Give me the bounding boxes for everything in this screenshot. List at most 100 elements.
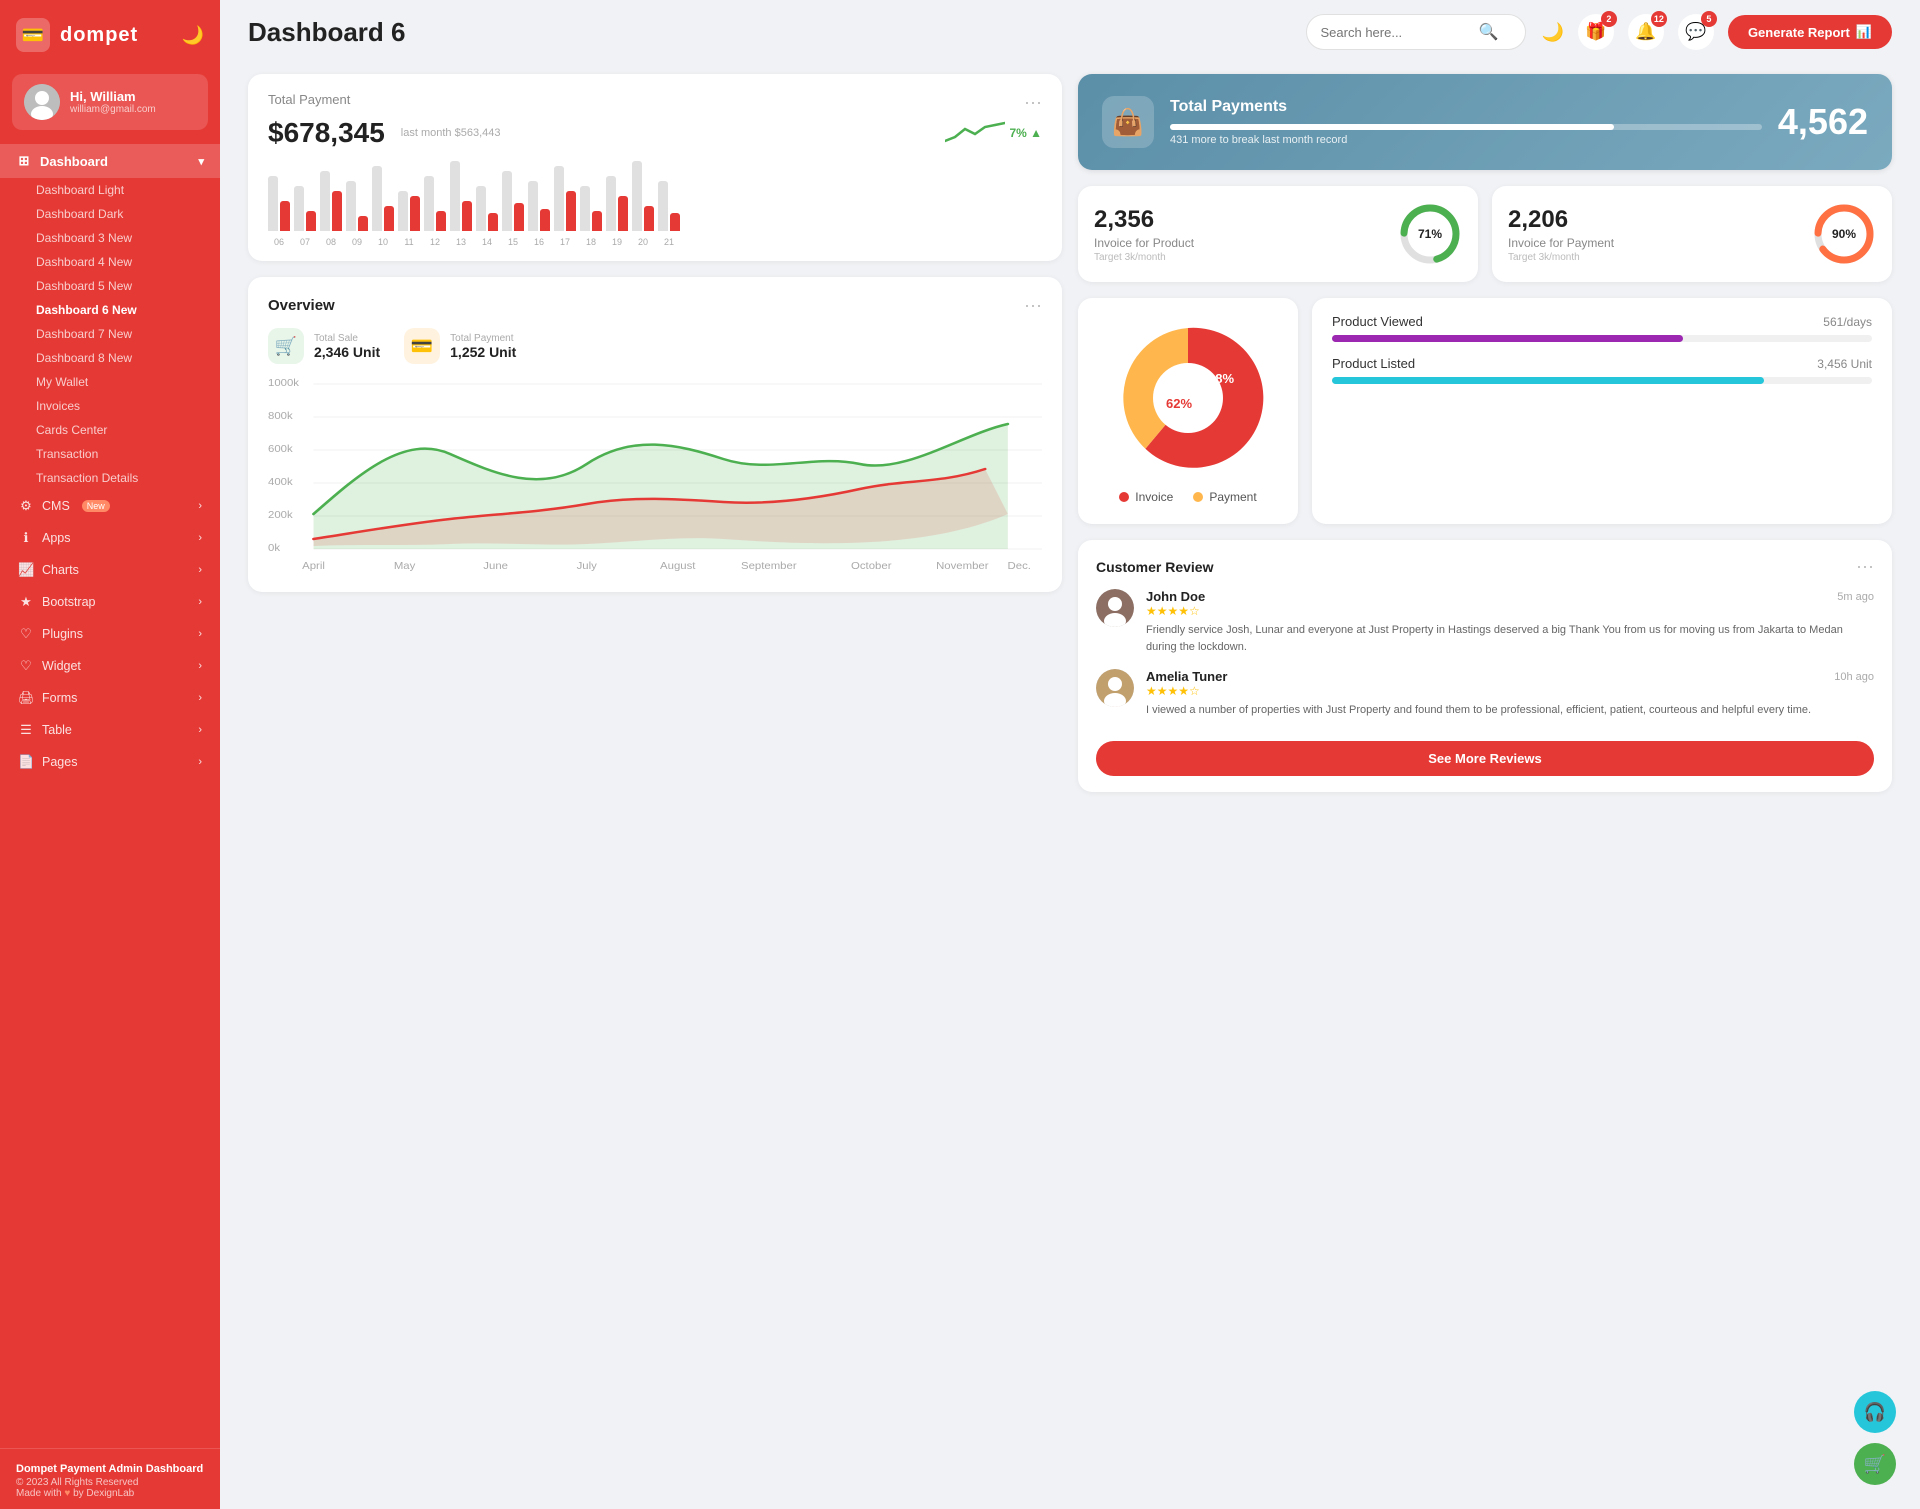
- review-stars-amelia: ★★★★☆: [1146, 684, 1874, 698]
- sidebar-item-table[interactable]: ☰ Table ›: [0, 714, 220, 746]
- topbar-icons: 🌙 🎁 2 🔔 12 💬 5 Generate Report 📊: [1542, 14, 1892, 50]
- payment-trend: 7% ▲: [1009, 126, 1042, 140]
- total-payment-title: Total Payment: [268, 92, 350, 107]
- total-payment-card: Total Payment ··· $678,345 last month $5…: [248, 74, 1062, 261]
- chat-button[interactable]: 💬 5: [1678, 14, 1714, 50]
- product-stats-card: Product Viewed 561/days Product Listed 3…: [1312, 298, 1892, 524]
- invoice-product-donut: 71%: [1398, 202, 1462, 266]
- pie-product-row: 62% 38% Invoice Payment: [1078, 298, 1892, 524]
- area-chart: 1000k 800k 600k 400k 200k 0k: [268, 374, 1042, 574]
- review-item: John Doe 5m ago ★★★★☆ Friendly service J…: [1096, 589, 1874, 655]
- review-more[interactable]: ···: [1856, 556, 1874, 577]
- overview-more[interactable]: ···: [1024, 295, 1042, 316]
- sidebar-item-bootstrap[interactable]: ★ Bootstrap ›: [0, 586, 220, 618]
- forms-icon: 🖨: [18, 690, 34, 706]
- sidebar-sub-dashboard-light[interactable]: Dashboard Light: [0, 178, 220, 202]
- sidebar-sub-dashboard-5[interactable]: Dashboard 5 New: [0, 274, 220, 298]
- sidebar-item-forms[interactable]: 🖨 Forms ›: [0, 682, 220, 714]
- pie-legend: Invoice Payment: [1119, 490, 1256, 504]
- sidebar-item-dashboard[interactable]: ⊞ Dashboard ▾: [0, 144, 220, 178]
- cart-fab[interactable]: 🛒: [1854, 1443, 1896, 1485]
- svg-text:38%: 38%: [1208, 371, 1234, 386]
- chevron-right-icon: ›: [198, 756, 202, 768]
- generate-report-button[interactable]: Generate Report 📊: [1728, 15, 1892, 49]
- total-payment-header: Total Payment ···: [268, 92, 1042, 113]
- total-sale-icon: 🛒: [268, 328, 304, 364]
- search-input[interactable]: [1321, 25, 1471, 40]
- sidebar-logo: 💳 dompet 🌙: [0, 0, 220, 70]
- sidebar-sub-dashboard-4[interactable]: Dashboard 4 New: [0, 250, 220, 274]
- invoice-legend: Invoice: [1119, 490, 1173, 504]
- cms-icon: ⚙: [18, 498, 34, 514]
- sidebar: 💳 dompet 🌙 Hi, William william@gmail.com…: [0, 0, 220, 1509]
- sidebar-sub-dashboard-7[interactable]: Dashboard 7 New: [0, 322, 220, 346]
- widget-icon: ♡: [18, 658, 34, 674]
- total-payment-amount: $678,345: [268, 117, 385, 149]
- notification-button[interactable]: 🔔 12: [1628, 14, 1664, 50]
- sidebar-sub-transaction[interactable]: Transaction: [0, 442, 220, 466]
- dark-mode-toggle[interactable]: 🌙: [1542, 22, 1564, 43]
- svg-text:October: October: [851, 561, 892, 572]
- svg-text:July: July: [577, 561, 598, 572]
- chart-icon: 📊: [1856, 24, 1872, 40]
- pages-icon: 📄: [18, 754, 34, 770]
- sidebar-sub-transaction-details[interactable]: Transaction Details: [0, 466, 220, 490]
- search-icon: 🔍: [1479, 22, 1499, 42]
- fab-container: 🎧 🛒: [1854, 1391, 1896, 1485]
- bootstrap-icon: ★: [18, 594, 34, 610]
- svg-text:200k: 200k: [268, 510, 293, 521]
- sidebar-sub-dashboard-6[interactable]: Dashboard 6 New: [0, 298, 220, 322]
- svg-text:62%: 62%: [1166, 396, 1192, 411]
- main-container: Dashboard 6 🔍 🌙 🎁 2 🔔 12 💬 5 Generate Re…: [220, 0, 1920, 1509]
- overview-card: Overview ··· 🛒 Total Sale 2,346 Unit 💳: [248, 277, 1062, 592]
- total-payment-last-month: last month $563,443: [401, 127, 501, 139]
- gift-button[interactable]: 🎁 2: [1578, 14, 1614, 50]
- review-stars-john: ★★★★☆: [1146, 604, 1874, 618]
- page-title: Dashboard 6: [248, 17, 1290, 48]
- reviewer-info-john: John Doe 5m ago ★★★★☆ Friendly service J…: [1146, 589, 1874, 655]
- search-box[interactable]: 🔍: [1306, 14, 1526, 50]
- sidebar-item-charts[interactable]: 📈 Charts ›: [0, 554, 220, 586]
- overview-stats: 🛒 Total Sale 2,346 Unit 💳 Total Payment …: [268, 328, 1042, 364]
- customer-review-card: Customer Review ··· John Doe 5m ago ★★★★…: [1078, 540, 1892, 792]
- chevron-right-icon: ›: [198, 532, 202, 544]
- sidebar-item-apps[interactable]: ℹ Apps ›: [0, 522, 220, 554]
- sidebar-item-widget[interactable]: ♡ Widget ›: [0, 650, 220, 682]
- sidebar-item-plugins[interactable]: ♡ Plugins ›: [0, 618, 220, 650]
- total-sale-stat: 🛒 Total Sale 2,346 Unit: [268, 328, 380, 364]
- total-payment-more[interactable]: ···: [1024, 92, 1042, 113]
- svg-text:August: August: [660, 561, 695, 572]
- sidebar-sub-dashboard-3[interactable]: Dashboard 3 New: [0, 226, 220, 250]
- sidebar-sub-cards-center[interactable]: Cards Center: [0, 418, 220, 442]
- left-column: Total Payment ··· $678,345 last month $5…: [248, 74, 1062, 1134]
- total-payment-icon: 💳: [404, 328, 440, 364]
- apps-icon: ℹ: [18, 530, 34, 546]
- svg-text:0k: 0k: [268, 543, 281, 554]
- pie-chart-card: 62% 38% Invoice Payment: [1078, 298, 1298, 524]
- plugins-icon: ♡: [18, 626, 34, 642]
- user-email: william@gmail.com: [70, 104, 156, 115]
- sidebar-sub-wallet[interactable]: My Wallet: [0, 370, 220, 394]
- sidebar-item-cms[interactable]: ⚙ CMS New ›: [0, 490, 220, 522]
- hamburger-icon[interactable]: 🌙: [182, 25, 204, 46]
- reviewer-info-amelia: Amelia Tuner 10h ago ★★★★☆ I viewed a nu…: [1146, 669, 1874, 719]
- gift-badge: 2: [1601, 11, 1617, 27]
- sidebar-sub-invoices[interactable]: Invoices: [0, 394, 220, 418]
- svg-text:June: June: [483, 561, 508, 572]
- sidebar-sub-dashboard-dark[interactable]: Dashboard Dark: [0, 202, 220, 226]
- blue-card-info: Total Payments 431 more to break last mo…: [1170, 98, 1762, 146]
- logo-text: dompet: [60, 24, 138, 47]
- see-more-reviews-button[interactable]: See More Reviews: [1096, 741, 1874, 776]
- payment-legend: Payment: [1193, 490, 1256, 504]
- sidebar-item-pages[interactable]: 📄 Pages ›: [0, 746, 220, 778]
- svg-text:September: September: [741, 561, 797, 572]
- chat-badge: 5: [1701, 11, 1717, 27]
- chevron-right-icon: ›: [198, 500, 202, 512]
- sidebar-sub-dashboard-8[interactable]: Dashboard 8 New: [0, 346, 220, 370]
- bar-chart: [268, 163, 1042, 233]
- table-icon: ☰: [18, 722, 34, 738]
- svg-text:November: November: [936, 561, 989, 572]
- right-column: 👜 Total Payments 431 more to break last …: [1078, 74, 1892, 1134]
- headset-fab[interactable]: 🎧: [1854, 1391, 1896, 1433]
- product-viewed-row: Product Viewed 561/days: [1332, 314, 1872, 342]
